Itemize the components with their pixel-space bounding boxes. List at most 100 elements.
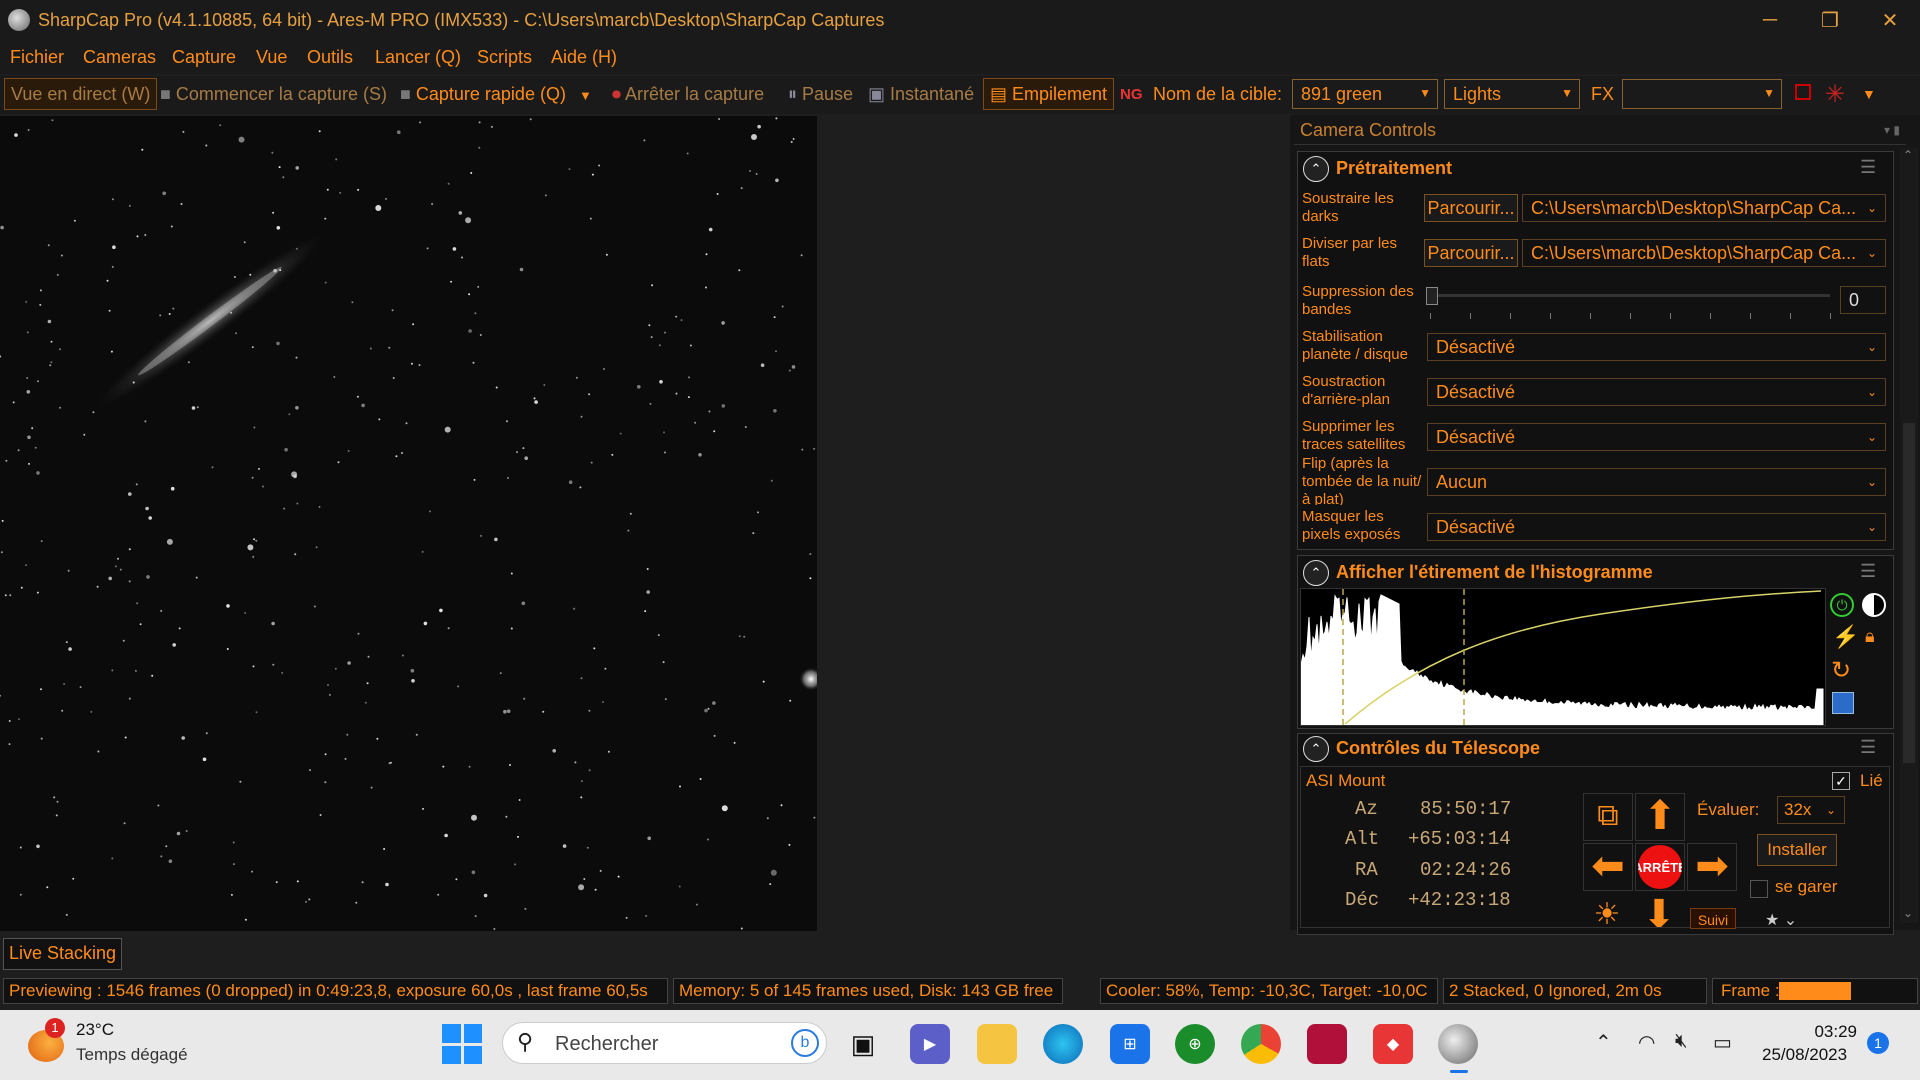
hamburger-menu-icon[interactable]: ☰ — [1860, 157, 1876, 178]
dark-path-select[interactable]: C:\Users\marcb\Desktop\SharpCap Ca... ⌄ — [1522, 194, 1886, 222]
park-checkbox[interactable] — [1750, 880, 1768, 898]
anydesk-icon[interactable]: ◆ — [1373, 1024, 1413, 1064]
minimize-button[interactable]: ─ — [1742, 0, 1798, 40]
scrollbar-thumb[interactable] — [1903, 423, 1915, 763]
quick-capture-button[interactable]: ■ Capture rapide (Q) ▼ — [400, 84, 592, 105]
fx-combo[interactable]: ▼ — [1622, 79, 1782, 109]
menu-outils[interactable]: Outils — [307, 47, 353, 68]
reset-icon[interactable]: ↻ — [1831, 656, 1851, 685]
flat-path-select[interactable]: C:\Users\marcb\Desktop\SharpCap Ca... ⌄ — [1522, 239, 1886, 267]
power-icon[interactable]: ⏻ — [1830, 593, 1854, 617]
mask-select[interactable]: Désactivé ⌄ — [1427, 513, 1886, 541]
menu-fichier[interactable]: Fichier — [10, 47, 64, 68]
edge-icon[interactable] — [1043, 1024, 1083, 1064]
weather-temp[interactable]: 23°C — [76, 1020, 114, 1040]
dark-path-value: C:\Users\marcb\Desktop\SharpCap Ca... — [1531, 198, 1857, 218]
menu-scripts[interactable]: Scripts — [477, 47, 532, 68]
menu-cameras[interactable]: Cameras — [83, 47, 156, 68]
status-stacked: 2 Stacked, 0 Ignored, 2m 0s — [1443, 978, 1707, 1004]
satellite-label: Supprimer les traces satellites — [1302, 418, 1406, 453]
stop-capture-button[interactable]: ⏺ Arrêter la capture — [612, 84, 764, 105]
arrow-left-icon[interactable]: ⬅ — [1583, 843, 1633, 891]
toolbar-menu-chevron-icon[interactable]: ▼ — [1862, 86, 1876, 102]
scroll-down-icon[interactable]: ⌄ — [1903, 906, 1913, 920]
snapshot-label: Instantané — [890, 84, 975, 104]
collapse-icon[interactable]: ⌃ — [1303, 736, 1329, 762]
start-capture-button[interactable]: ■ Commencer la capture (S) — [160, 84, 387, 105]
speaker-muted-icon[interactable]: 🔇︎ — [1675, 1030, 1688, 1053]
pause-button[interactable]: ⏸ Pause — [788, 84, 853, 105]
snapshot-button[interactable]: ▣ Instantané — [868, 84, 974, 105]
chevron-up-icon[interactable]: ⌃ — [1595, 1030, 1612, 1055]
chevron-down-icon: ⌄ — [1866, 430, 1877, 444]
frame-type-combo[interactable]: Lights ▼ — [1444, 79, 1580, 109]
live-view-button[interactable]: Vue en direct (W) — [4, 78, 158, 110]
scroll-up-icon[interactable]: ⌃ — [1903, 148, 1913, 162]
close-button[interactable]: ✕ — [1862, 0, 1918, 40]
flip-label: Flip (après la tombée de la nuit/à plat) — [1302, 455, 1422, 505]
live-stacking-tab[interactable]: Live Stacking — [3, 938, 123, 970]
task-view-icon[interactable]: ▣ — [843, 1024, 883, 1064]
store-icon[interactable]: ⊞ — [1110, 1024, 1150, 1064]
live-image-view[interactable] — [0, 116, 817, 931]
banding-slider-thumb[interactable] — [1426, 287, 1438, 305]
background-select[interactable]: Désactivé ⌄ — [1427, 378, 1886, 406]
star-select-icon[interactable]: ★ ⌄ — [1765, 910, 1813, 927]
lock-icon[interactable]: 🔒︎ — [1865, 626, 1875, 647]
notification-badge[interactable]: 1 — [1867, 1032, 1889, 1054]
az-label: Az — [1355, 798, 1378, 820]
collapse-icon[interactable]: ⌃ — [1303, 560, 1329, 586]
arrow-right-icon[interactable]: ➡ — [1687, 843, 1737, 891]
taskbar-search[interactable]: ⚲ Rechercher b — [502, 1022, 827, 1064]
banding-slider-track[interactable] — [1430, 294, 1830, 297]
histogram-plot[interactable] — [1300, 588, 1826, 726]
record-icon[interactable] — [1795, 84, 1811, 100]
windows-start-icon[interactable] — [442, 1024, 482, 1064]
satellite-select[interactable]: Désactivé ⌄ — [1427, 423, 1886, 451]
browse-dark-button[interactable]: Parcourir... — [1424, 194, 1518, 222]
tracking-button[interactable]: Suivi — [1690, 908, 1736, 929]
hamburger-menu-icon[interactable]: ☰ — [1860, 737, 1876, 758]
panel-pin-icon[interactable]: ▾ ▮ — [1884, 118, 1900, 142]
rate-select[interactable]: 32x ⌄ — [1777, 796, 1845, 824]
save-icon[interactable] — [1832, 692, 1854, 714]
arrow-up-icon[interactable]: ⬆ — [1635, 793, 1685, 841]
chevron-down-icon: ⌄ — [1866, 246, 1877, 260]
stop-button[interactable]: ARRÊTE — [1635, 843, 1685, 891]
setup-button[interactable]: Installer — [1757, 834, 1837, 866]
clock-date[interactable]: 25/08/2023 — [1762, 1045, 1847, 1065]
chrome-icon[interactable] — [1241, 1024, 1281, 1064]
hamburger-menu-icon[interactable]: ☰ — [1860, 561, 1876, 582]
banding-value-input[interactable]: 0 — [1840, 286, 1886, 314]
sharpcap-taskbar-icon[interactable] — [1438, 1024, 1478, 1064]
arrow-down-icon[interactable]: ⬇ — [1635, 893, 1683, 927]
stacking-button[interactable]: ▤ Empilement — [983, 78, 1115, 110]
browse-flat-button[interactable]: Parcourir... — [1424, 239, 1518, 267]
menu-vue[interactable]: Vue — [256, 47, 287, 68]
teams-chat-icon[interactable]: ▶ — [910, 1024, 950, 1064]
flip-select[interactable]: Aucun ⌄ — [1427, 468, 1886, 496]
search-icon: ⚲ — [517, 1029, 534, 1054]
goto-icon[interactable]: ⧉ — [1583, 793, 1633, 841]
lightning-icon[interactable]: ⚡ — [1832, 624, 1859, 650]
file-explorer-icon[interactable] — [977, 1024, 1017, 1064]
panel-scrollbar[interactable]: ⌃ ⌄ — [1900, 148, 1918, 923]
stabilization-select[interactable]: Désactivé ⌄ — [1427, 333, 1886, 361]
collapse-icon[interactable]: ⌃ — [1303, 156, 1329, 182]
battery-icon[interactable]: ▭ — [1713, 1030, 1732, 1055]
menu-lancer[interactable]: Lancer (Q) — [375, 47, 461, 68]
maximize-button[interactable]: ❐ — [1802, 0, 1858, 40]
linked-checkbox[interactable]: ✓ — [1832, 772, 1850, 790]
contrast-icon[interactable] — [1862, 593, 1886, 617]
clock-time[interactable]: 03:29 — [1810, 1022, 1857, 1042]
weather-desc[interactable]: Temps dégagé — [76, 1045, 188, 1065]
photo-app-icon[interactable] — [1307, 1024, 1347, 1064]
menu-aide[interactable]: Aide (H) — [551, 47, 617, 68]
phd-guiding-icon[interactable]: ⊕ — [1175, 1024, 1215, 1064]
wifi-icon[interactable]: ◠ — [1638, 1030, 1655, 1055]
target-name-combo[interactable]: 891 green ▼ — [1292, 79, 1438, 109]
reticle-icon[interactable]: ✳ — [1825, 80, 1845, 109]
ng-icon[interactable]: NG — [1120, 86, 1143, 103]
menu-capture[interactable]: Capture — [172, 47, 236, 68]
sun-icon[interactable]: ☀ — [1583, 893, 1631, 927]
